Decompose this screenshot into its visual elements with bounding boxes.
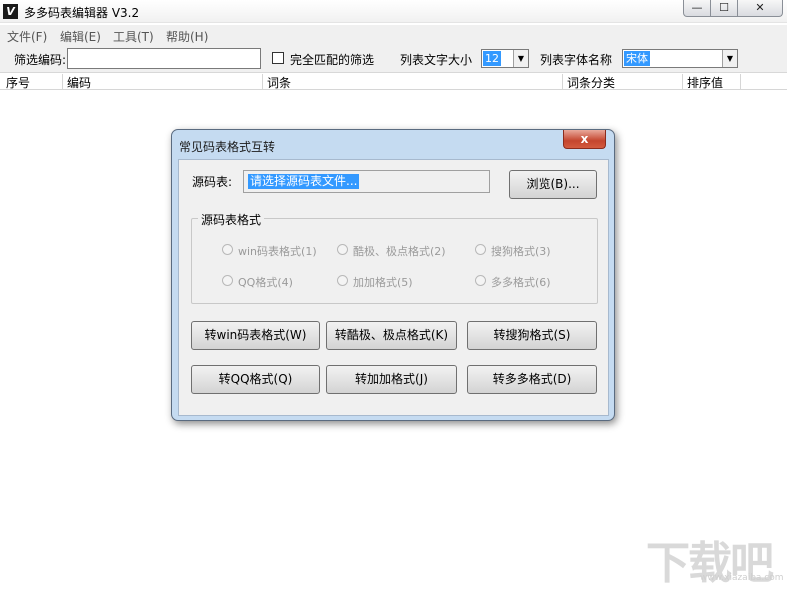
column-header-sort[interactable]: 排序值 xyxy=(682,74,723,90)
menu-file[interactable]: 文件(F) xyxy=(7,28,47,45)
font-size-select[interactable]: 12 ▼ xyxy=(481,49,529,68)
column-header-entry[interactable]: 词条 xyxy=(262,74,291,90)
menu-edit[interactable]: 编辑(E) xyxy=(60,28,101,45)
dialog-close-button[interactable]: x xyxy=(563,130,606,149)
dialog-body: 源码表: 请选择源码表文件... 浏览(B)... 源码表格式 win码表格式(… xyxy=(178,159,609,416)
font-size-label: 列表文字大小 xyxy=(400,53,473,67)
radio-icon xyxy=(475,275,486,286)
maximize-button[interactable]: ☐ xyxy=(710,0,738,17)
convert-duoduo-button[interactable]: 转多多格式(D) xyxy=(467,365,597,394)
format-label-kuji: 酷极、极点格式(2) xyxy=(353,245,446,258)
menu-bar: 文件(F) 编辑(E) 工具(T) 帮助(H) xyxy=(0,25,787,45)
format-label-qq: QQ格式(4) xyxy=(238,276,293,289)
filter-code-input[interactable] xyxy=(67,48,261,69)
list-header: 序号 编码 词条 词条分类 排序值 xyxy=(0,73,787,90)
format-label-jiajia: 加加格式(5) xyxy=(353,276,413,289)
convert-jiajia-button[interactable]: 转加加格式(J) xyxy=(326,365,457,394)
column-header-code[interactable]: 编码 xyxy=(62,74,91,90)
format-label-win: win码表格式(1) xyxy=(238,245,317,258)
radio-icon xyxy=(337,275,348,286)
filter-toolbar: 筛选编码: 完全匹配的筛选 列表文字大小 12 ▼ 列表字体名称 宋体 ▼ xyxy=(0,45,787,73)
source-format-group: 源码表格式 win码表格式(1) 酷极、极点格式(2) 搜狗格式(3) QQ格式… xyxy=(191,211,598,304)
close-button[interactable]: ✕ xyxy=(737,0,783,17)
column-header-divider xyxy=(740,74,745,90)
radio-icon xyxy=(222,275,233,286)
radio-icon xyxy=(222,244,233,255)
filter-code-label: 筛选编码: xyxy=(14,53,67,67)
source-table-value: 请选择源码表文件... xyxy=(248,174,360,189)
convert-win-button[interactable]: 转win码表格式(W) xyxy=(191,321,320,350)
convert-qq-button[interactable]: 转QQ格式(Q) xyxy=(191,365,320,394)
source-table-input[interactable]: 请选择源码表文件... xyxy=(243,170,490,193)
convert-sogou-button[interactable]: 转搜狗格式(S) xyxy=(467,321,597,350)
chevron-down-icon[interactable]: ▼ xyxy=(513,50,528,67)
menu-tools[interactable]: 工具(T) xyxy=(113,28,154,45)
source-table-label: 源码表: xyxy=(192,175,233,189)
column-header-category[interactable]: 词条分类 xyxy=(562,74,615,90)
convert-kuji-button[interactable]: 转酷极、极点格式(K) xyxy=(326,321,457,350)
app-logo-icon: V xyxy=(3,4,18,19)
format-label-sogou: 搜狗格式(3) xyxy=(491,245,551,258)
column-header-index[interactable]: 序号 xyxy=(0,74,30,90)
font-name-label: 列表字体名称 xyxy=(540,53,613,67)
exact-match-label: 完全匹配的筛选 xyxy=(290,53,375,67)
font-name-value: 宋体 xyxy=(624,51,650,66)
minimize-button[interactable]: — xyxy=(683,0,711,17)
chevron-down-icon[interactable]: ▼ xyxy=(722,50,737,67)
dialog-title: 常见码表格式互转 xyxy=(179,140,276,154)
watermark-site: www.xiazaiba.com xyxy=(700,573,784,583)
format-convert-dialog: 常见码表格式互转 x 源码表: 请选择源码表文件... 浏览(B)... 源码表… xyxy=(171,129,615,421)
window-title: 多多码表编辑器 V3.2 xyxy=(24,6,140,20)
radio-icon xyxy=(475,244,486,255)
browse-button[interactable]: 浏览(B)... xyxy=(509,170,597,199)
source-format-legend: 源码表格式 xyxy=(198,211,265,228)
font-name-select[interactable]: 宋体 ▼ xyxy=(622,49,738,68)
radio-icon xyxy=(337,244,348,255)
format-label-duoduo: 多多格式(6) xyxy=(491,276,551,289)
menu-help[interactable]: 帮助(H) xyxy=(166,28,208,45)
font-size-value: 12 xyxy=(483,51,501,66)
exact-match-checkbox[interactable] xyxy=(272,52,284,64)
title-bar: V 多多码表编辑器 V3.2 — ☐ ✕ xyxy=(0,0,787,23)
